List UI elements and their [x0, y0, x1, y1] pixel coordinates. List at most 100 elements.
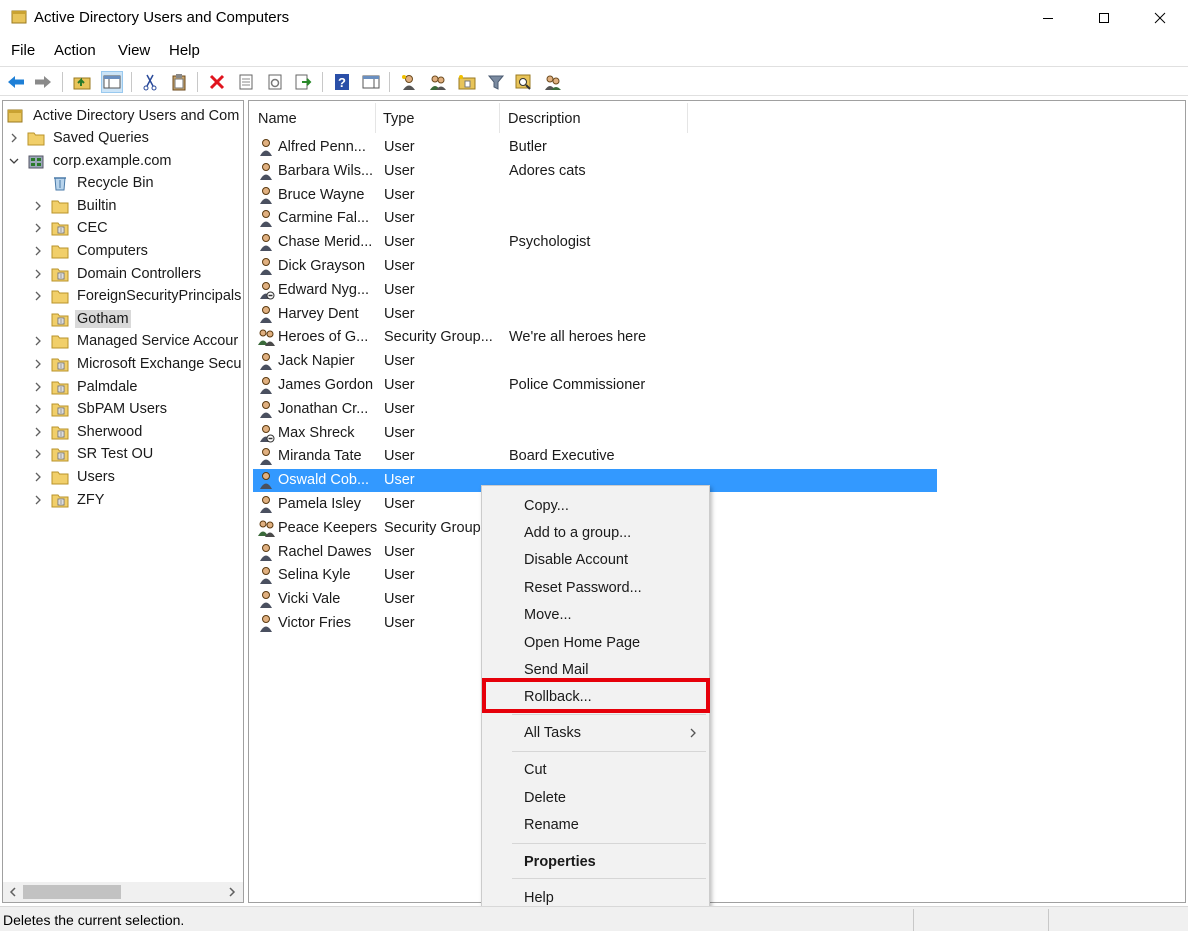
tree-item-sherwood[interactable]: Sherwood [31, 421, 144, 443]
chevron-right-icon[interactable] [31, 334, 45, 348]
context-menu-item-all-tasks[interactable]: All Tasks [482, 721, 709, 747]
list-row[interactable]: Jack Napier User [253, 350, 937, 373]
chevron-right-icon[interactable] [31, 221, 45, 235]
list-row[interactable]: Harvey Dent User [253, 303, 937, 326]
list-row[interactable]: Chase Merid... User Psychologist [253, 231, 937, 254]
properties-icon[interactable] [235, 71, 257, 93]
list-row[interactable]: Dick Grayson User [253, 255, 937, 278]
console-tree[interactable]: Active Directory Users and Com Saved Que… [2, 100, 244, 903]
menu-help[interactable]: Help [169, 42, 200, 59]
column-header-type[interactable]: Type [383, 105, 414, 133]
tree-horizontal-scrollbar[interactable] [3, 882, 243, 902]
cut-icon[interactable] [139, 71, 161, 93]
column-header-name[interactable]: Name [258, 105, 297, 133]
refresh-icon[interactable] [264, 71, 286, 93]
chevron-right-icon[interactable] [7, 131, 21, 145]
details-list[interactable]: Name Type Description Alfred Penn... User… [248, 100, 1186, 903]
maximize-button[interactable] [1076, 0, 1132, 36]
tree-item-domain-controllers[interactable]: Domain Controllers [31, 263, 203, 285]
minimize-button[interactable] [1020, 0, 1076, 36]
cell-name: Oswald Cob... [278, 472, 370, 489]
list-row[interactable]: Edward Nyg... User [253, 279, 937, 302]
chevron-right-icon[interactable] [31, 267, 45, 281]
back-icon[interactable] [5, 71, 27, 93]
context-menu-item-disable-account[interactable]: Disable Account [482, 548, 709, 574]
tree-item-computers[interactable]: Computers [31, 240, 150, 262]
list-row[interactable]: Carmine Fal... User [253, 207, 937, 230]
tree-item-microsoft-exchange-secu[interactable]: Microsoft Exchange Secu [31, 353, 243, 375]
list-row[interactable]: Bruce Wayne User [253, 184, 937, 207]
new-user-icon[interactable] [398, 71, 420, 93]
close-button[interactable] [1132, 0, 1188, 36]
forward-icon[interactable] [32, 71, 54, 93]
tree-item-foreignsecurityprincipals[interactable]: ForeignSecurityPrincipals [31, 285, 243, 307]
list-row[interactable]: Heroes of G... Security Group... We're all… [253, 326, 937, 349]
chevron-right-icon[interactable] [31, 470, 45, 484]
tree-item-gotham[interactable]: Gotham [31, 308, 131, 330]
show-console-tree-icon[interactable] [101, 71, 123, 93]
chevron-right-icon[interactable] [31, 199, 45, 213]
find-icon[interactable] [513, 71, 535, 93]
context-menu-item-rename[interactable]: Rename [482, 813, 709, 839]
cell-type: User [384, 424, 415, 441]
list-row[interactable]: Max Shreck User [253, 422, 937, 445]
up-folder-icon[interactable] [71, 71, 93, 93]
tree-item-sr-test-ou[interactable]: SR Test OU [31, 443, 155, 465]
tree-item-sbpam-users[interactable]: SbPAM Users [31, 398, 169, 420]
context-menu-item-add-to-a-group[interactable]: Add to a group... [482, 521, 709, 547]
chevron-right-icon[interactable] [31, 425, 45, 439]
chevron-down-icon[interactable] [7, 154, 21, 168]
chevron-right-icon[interactable] [31, 244, 45, 258]
menu-view[interactable]: View [118, 42, 150, 59]
scroll-right-icon[interactable] [225, 885, 239, 899]
cell-type: User [384, 186, 415, 203]
context-menu-item-properties[interactable]: Properties [482, 850, 709, 876]
menu-separator [512, 843, 706, 844]
scroll-left-icon[interactable] [6, 885, 20, 899]
context-menu-item-move[interactable]: Move... [482, 603, 709, 629]
list-row[interactable]: Jonathan Cr... User [253, 398, 937, 421]
tree-item-label: CEC [77, 220, 108, 237]
chevron-right-icon[interactable] [31, 289, 45, 303]
chevron-right-icon[interactable] [31, 380, 45, 394]
menu-file[interactable]: File [11, 42, 35, 59]
cell-type: User [384, 615, 415, 631]
tree-item-zfy[interactable]: ZFY [31, 489, 106, 511]
tree-item-builtin[interactable]: Builtin [31, 195, 119, 217]
chevron-right-icon[interactable] [31, 402, 45, 416]
context-menu-item-open-home-page[interactable]: Open Home Page [482, 631, 709, 657]
new-group-icon[interactable] [427, 71, 449, 93]
tree-item-palmdale[interactable]: Palmdale [31, 376, 139, 398]
cell-name: Max Shreck [278, 424, 355, 441]
context-menu-item-cut[interactable]: Cut [482, 758, 709, 784]
list-row[interactable]: Barbara Wils... User Adores cats [253, 160, 937, 183]
tree-item-saved-queries[interactable]: Saved Queries [7, 127, 151, 149]
chevron-right-icon[interactable] [31, 447, 45, 461]
delete-icon[interactable] [206, 71, 228, 93]
tree-item-cec[interactable]: CEC [31, 217, 110, 239]
scrollbar-thumb[interactable] [23, 885, 121, 899]
help-icon[interactable]: ? [331, 71, 353, 93]
context-menu-item-copy[interactable]: Copy... [482, 494, 709, 520]
context-menu-item-delete[interactable]: Delete [482, 786, 709, 812]
filter-icon[interactable] [485, 71, 507, 93]
chevron-right-icon[interactable] [31, 493, 45, 507]
list-row[interactable]: Miranda Tate User Board Executive [253, 445, 937, 468]
tree-item-managed-service-accour[interactable]: Managed Service Accour [31, 330, 240, 352]
paste-icon[interactable] [168, 71, 190, 93]
list-row[interactable]: Alfred Penn... User Butler [253, 136, 937, 159]
action-pane-icon[interactable] [360, 71, 382, 93]
context-menu-item-reset-password[interactable]: Reset Password... [482, 576, 709, 602]
export-list-icon[interactable] [292, 71, 314, 93]
tree-root[interactable]: Active Directory Users and Com [7, 105, 241, 127]
chevron-right-icon[interactable] [31, 357, 45, 371]
new-ou-icon[interactable] [456, 71, 478, 93]
tree-item-users[interactable]: Users [31, 466, 117, 488]
list-row[interactable]: James Gordon User Police Commissioner [253, 374, 937, 397]
tree-item-recycle-bin[interactable]: Recycle Bin [31, 172, 156, 194]
tree-item-corp-example-com[interactable]: corp.example.com [7, 150, 173, 172]
menu-action[interactable]: Action [54, 42, 96, 59]
add-to-group-icon[interactable] [542, 71, 564, 93]
user-icon [257, 162, 275, 181]
column-header-description[interactable]: Description [508, 105, 581, 133]
